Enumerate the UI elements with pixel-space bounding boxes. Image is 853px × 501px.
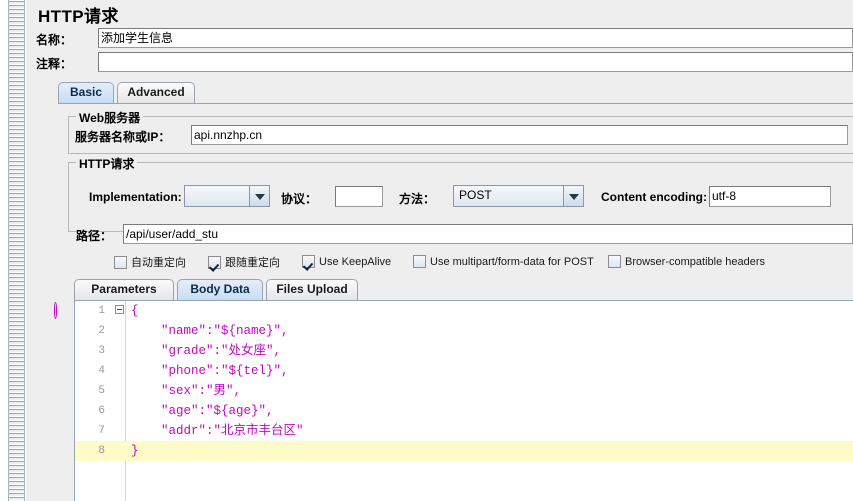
content-encoding-input[interactable]: utf-8 [709, 186, 831, 207]
checkbox-box-icon[interactable] [302, 255, 315, 268]
path-input[interactable]: /api/user/add_stu [123, 224, 853, 244]
tab-files-upload[interactable]: Files Upload [266, 279, 358, 300]
checkbox-use-multipart[interactable]: Use multipart/form-data for POST [413, 254, 594, 270]
text-caret [54, 302, 57, 319]
tab-basic[interactable]: Basic [58, 82, 114, 103]
method-dropdown[interactable]: POST [453, 185, 584, 207]
tab-advanced[interactable]: Advanced [117, 82, 195, 103]
web-server-group: Web服务器 服务器名称或IP： api.nnzhp.cn [68, 109, 853, 154]
code-text: "name":"${name}", [131, 324, 289, 338]
code-line[interactable]: 5 "sex":"男", [75, 381, 853, 401]
code-text: { [131, 304, 139, 318]
method-label: 方法： [399, 192, 436, 206]
code-line-current[interactable]: 8 } [75, 441, 853, 461]
checkbox-use-keepalive[interactable]: Use KeepAlive [302, 254, 391, 270]
checkbox-label: Use multipart/form-data for POST [430, 256, 594, 268]
implementation-dropdown[interactable] [184, 185, 270, 207]
checkbox-label: 跟随重定向 [225, 257, 280, 269]
code-text: } [131, 444, 139, 458]
line-number: 5 [98, 385, 105, 397]
line-number: 2 [98, 325, 105, 337]
code-line[interactable]: 2 "name":"${name}", [75, 321, 853, 341]
left-margin [0, 0, 8, 501]
body-data-editor[interactable]: 1 { 2 "name":"${name}", 3 "grade":"处女座",… [74, 300, 853, 501]
http-request-group-title: HTTP请求 [76, 155, 138, 172]
http-request-group: HTTP请求 Implementation: 协议： 方法： POST Cont… [68, 155, 853, 232]
code-text: "grade":"处女座", [131, 344, 282, 358]
web-server-group-title: Web服务器 [76, 109, 144, 126]
code-text: "phone":"${tel}", [131, 364, 289, 378]
protocol-input[interactable] [335, 186, 383, 207]
checkbox-browser-compatible-headers[interactable]: Browser-compatible headers [608, 254, 765, 270]
code-line[interactable]: 4 "phone":"${tel}", [75, 361, 853, 381]
name-row: 名称： 添加学生信息 [32, 28, 853, 50]
http-request-panel: HTTP请求 名称： 添加学生信息 注释： Basic Advanced Web… [26, 0, 853, 501]
checkbox-box-icon[interactable] [413, 255, 426, 268]
implementation-label: Implementation: [89, 190, 182, 204]
server-name-label: 服务器名称或IP： [75, 130, 171, 144]
chevron-down-icon[interactable] [563, 186, 583, 206]
code-text: "age":"${age}", [131, 404, 274, 418]
code-line[interactable]: 6 "age":"${age}", [75, 401, 853, 421]
line-number: 1 [98, 305, 105, 317]
line-number: 3 [98, 345, 105, 357]
checkbox-label: 自动重定向 [131, 257, 186, 269]
checkbox-follow-redirect[interactable]: 跟随重定向 [208, 254, 280, 270]
code-line[interactable]: 1 { [75, 301, 853, 321]
comment-row: 注释： [32, 52, 853, 74]
page-title: HTTP请求 [38, 7, 119, 26]
content-encoding-label: Content encoding: [601, 190, 707, 204]
path-label: 路径： [76, 229, 113, 243]
name-label: 名称： [36, 33, 73, 47]
line-number: 6 [98, 405, 105, 417]
checkbox-box-icon[interactable] [114, 256, 127, 269]
path-row: 路径： /api/user/add_stu [72, 224, 853, 246]
name-input[interactable]: 添加学生信息 [98, 28, 853, 48]
server-name-input[interactable]: api.nnzhp.cn [191, 125, 848, 145]
code-text: "addr":"北京市丰台区" [131, 424, 304, 438]
line-number: 4 [98, 365, 105, 377]
checkbox-label: Browser-compatible headers [625, 256, 766, 268]
comment-input[interactable] [98, 52, 853, 72]
line-number: 7 [98, 425, 105, 437]
code-text: "sex":"男", [131, 384, 242, 398]
chevron-down-icon[interactable] [249, 186, 269, 206]
checkbox-box-icon[interactable] [208, 256, 221, 269]
basic-tab-content: Web服务器 服务器名称或IP： api.nnzhp.cn HTTP请求 Imp… [58, 103, 853, 501]
protocol-label: 协议： [281, 192, 318, 206]
fold-collapse-icon[interactable] [115, 305, 124, 314]
checkbox-label: Use KeepAlive [319, 256, 392, 268]
method-value: POST [459, 188, 492, 202]
code-line[interactable]: 3 "grade":"处女座", [75, 341, 853, 361]
tab-parameters[interactable]: Parameters [74, 279, 174, 300]
line-number: 8 [98, 445, 105, 457]
tab-body-data[interactable]: Body Data [177, 279, 263, 300]
checkbox-box-icon[interactable] [608, 255, 621, 268]
checkbox-auto-redirect[interactable]: 自动重定向 [114, 254, 186, 270]
split-pane-divider[interactable] [8, 0, 25, 501]
comment-label: 注释： [36, 57, 73, 71]
code-line[interactable]: 7 "addr":"北京市丰台区" [75, 421, 853, 441]
